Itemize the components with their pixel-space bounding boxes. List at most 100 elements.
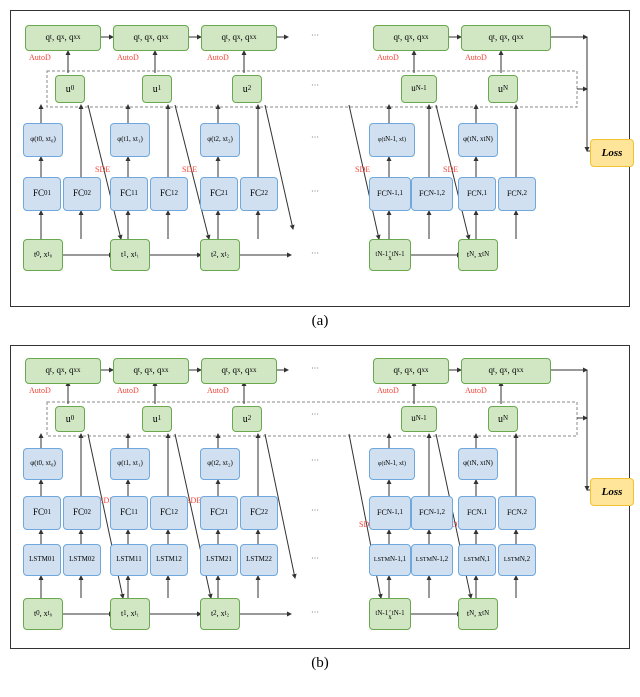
autod-label: AutoD [465, 386, 487, 395]
tx-2: t2, xt₂ [200, 239, 240, 271]
phi-n: φ(tN, xtN) [458, 448, 498, 480]
u-0: u0 [55, 406, 85, 432]
diagram-a: qt, qx, qxx qt, qx, qxx qt, qx, qxx qt, … [10, 10, 630, 307]
u-1: u1 [142, 406, 172, 432]
phi-2: φ(t2, xt₂) [200, 123, 240, 157]
u-0: u0 [55, 75, 85, 103]
autod-label: AutoD [117, 386, 139, 395]
loss-box: Loss [590, 139, 634, 167]
phi-n1: φ(tN-1, xt) [369, 448, 415, 480]
lstm-01: LSTM01 [23, 544, 61, 576]
u-n: uN [488, 406, 518, 432]
fc-n2: FCN,2 [498, 496, 536, 530]
fc-n1: FCN,1 [458, 496, 496, 530]
loss-box: Loss [590, 478, 634, 506]
autod-label: AutoD [29, 53, 51, 62]
diagram-b: qt, qx, qxx qt, qx, qxx qt, qx, qxx qt, … [10, 345, 630, 649]
u-n1: uN-1 [401, 75, 437, 103]
fc-01: FC01 [23, 496, 61, 530]
q-block-n: qt, qx, qxx [461, 25, 551, 51]
phi-0: φ(t0, xt₀) [23, 123, 63, 157]
fc-n11: FCN-1,1 [369, 177, 411, 211]
u-2: u2 [232, 75, 262, 103]
ellipsis: ··· [311, 608, 319, 617]
phi-1: φ(t1, xt₁) [110, 123, 150, 157]
sde-label: SDE [95, 165, 110, 174]
fc-02: FC02 [63, 177, 101, 211]
fc-22: FC22 [240, 496, 278, 530]
fc-n12: FCN-1,2 [411, 496, 453, 530]
phi-1: φ(t1, xt₁) [110, 448, 150, 480]
q-block-1: qt, qx, qxx [113, 358, 189, 384]
u-n1: uN-1 [401, 406, 437, 432]
lstm-11: LSTM11 [110, 544, 148, 576]
q-block-n1: qt, qx, qxx [373, 358, 449, 384]
tx-2: t2, xt₂ [200, 598, 240, 630]
phi-2: φ(t2, xt₂) [200, 448, 240, 480]
lstm-n2: LSTMN,2 [498, 544, 536, 576]
caption-a: (a) [10, 313, 630, 330]
autod-label: AutoD [207, 53, 229, 62]
tx-1: t1, xt₁ [110, 598, 150, 630]
tx-0: t0, xt₀ [23, 239, 63, 271]
tx-n: tN, xtN [458, 239, 498, 271]
autod-label: AutoD [377, 386, 399, 395]
caption-b: (b) [10, 655, 630, 672]
ellipsis: ··· [311, 31, 319, 40]
phi-n: φ(tN, xtN) [458, 123, 498, 157]
fc-11: FC11 [110, 496, 148, 530]
ellipsis: ··· [311, 81, 319, 90]
u-1: u1 [142, 75, 172, 103]
lstm-02: LSTM02 [63, 544, 101, 576]
autod-label: AutoD [117, 53, 139, 62]
tx-n: tN, xtN [458, 598, 498, 630]
ellipsis: ··· [311, 133, 319, 142]
sde-label: SDE [443, 165, 458, 174]
autod-label: AutoD [207, 386, 229, 395]
ellipsis: ··· [311, 249, 319, 258]
autod-label: AutoD [465, 53, 487, 62]
u-2: u2 [232, 406, 262, 432]
ellipsis: ··· [311, 456, 319, 465]
phi-n1: φ(tN-1, xt) [369, 123, 415, 157]
lstm-12: LSTM12 [150, 544, 188, 576]
fc-n12: FCN-1,2 [411, 177, 453, 211]
ellipsis: ··· [311, 364, 319, 373]
autod-label: AutoD [29, 386, 51, 395]
sde-label: SDE [355, 165, 370, 174]
fc-12: FC12 [150, 496, 188, 530]
q-block-0: qt, qx, qxx [25, 25, 101, 51]
lstm-21: LSTM21 [200, 544, 238, 576]
ellipsis: ··· [311, 506, 319, 515]
autod-label: AutoD [377, 53, 399, 62]
ellipsis: ··· [311, 187, 319, 196]
q-block-2: qt, qx, qxx [201, 358, 277, 384]
lstm-n12: LSTMN-1,2 [411, 544, 453, 576]
fc-n11: FCN-1,1 [369, 496, 411, 530]
tx-n1: tN-1,xtN-1 [369, 598, 411, 630]
ellipsis: ··· [311, 554, 319, 563]
fc-22: FC22 [240, 177, 278, 211]
lstm-n11: LSTMN-1,1 [369, 544, 411, 576]
fc-01: FC01 [23, 177, 61, 211]
fc-12: FC12 [150, 177, 188, 211]
q-block-0: qt, qx, qxx [25, 358, 101, 384]
q-block-1: qt, qx, qxx [113, 25, 189, 51]
lstm-n1: LSTMN,1 [458, 544, 496, 576]
q-block-n: qt, qx, qxx [461, 358, 551, 384]
u-n: uN [488, 75, 518, 103]
q-block-n1: qt, qx, qxx [373, 25, 449, 51]
fc-02: FC02 [63, 496, 101, 530]
fc-21: FC21 [200, 496, 238, 530]
fc-n1: FCN,1 [458, 177, 496, 211]
phi-0: φ(t0, xt₀) [23, 448, 63, 480]
lstm-22: LSTM22 [240, 544, 278, 576]
fc-n2: FCN,2 [498, 177, 536, 211]
ellipsis: ··· [311, 410, 319, 419]
sde-label: SDE [182, 165, 197, 174]
tx-1: t1, xt₁ [110, 239, 150, 271]
fc-11: FC11 [110, 177, 148, 211]
q-block-2: qt, qx, qxx [201, 25, 277, 51]
tx-n1: tN-1,xtN-1 [369, 239, 411, 271]
sde-label: SDE [186, 496, 201, 505]
